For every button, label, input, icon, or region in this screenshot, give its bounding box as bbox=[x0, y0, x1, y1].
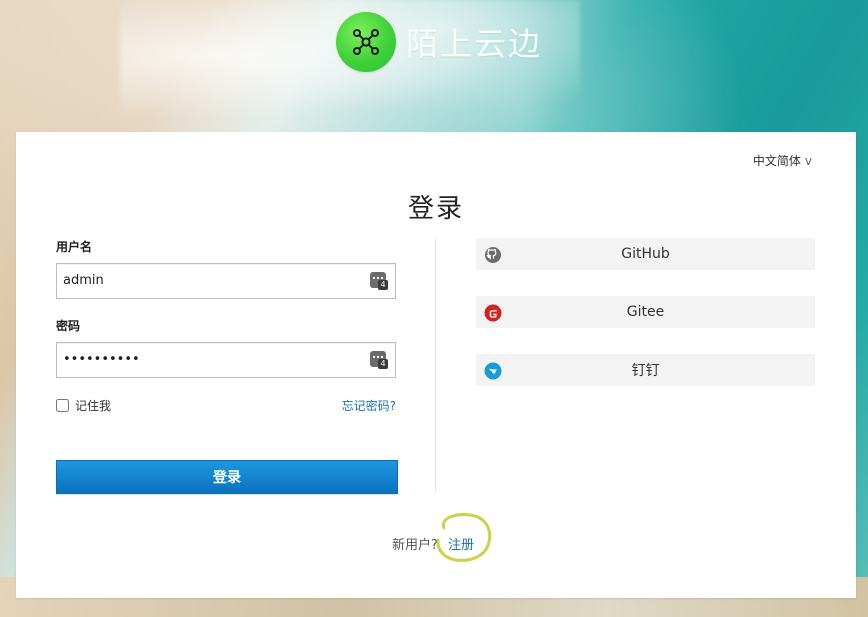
github-label: GitHub bbox=[621, 246, 670, 262]
app-logo-icon bbox=[336, 12, 396, 72]
app-title: 陌上云边 bbox=[406, 25, 543, 63]
dingtalk-icon bbox=[484, 362, 502, 380]
register-link-wrap: 注册 bbox=[436, 513, 492, 562]
gitee-login-button[interactable]: Gitee bbox=[476, 296, 815, 328]
dingtalk-label: 钉钉 bbox=[631, 363, 660, 379]
login-form: 用户名 密码 记住我 忘记密码? 登录 bbox=[56, 238, 398, 494]
password-input[interactable] bbox=[57, 343, 353, 375]
username-field bbox=[56, 263, 396, 299]
password-manager-icon[interactable] bbox=[370, 351, 388, 369]
highlight-circle-annotation bbox=[436, 513, 492, 562]
register-prompt-row: 新用户? 注册 bbox=[16, 513, 856, 562]
github-icon bbox=[484, 246, 502, 264]
login-button[interactable]: 登录 bbox=[56, 460, 398, 494]
github-login-button[interactable]: GitHub bbox=[476, 238, 815, 270]
vertical-divider bbox=[435, 238, 436, 492]
social-login: GitHub Gitee 钉钉 bbox=[476, 238, 815, 412]
remember-me-label: 记住我 bbox=[75, 398, 112, 413]
dingtalk-login-button[interactable]: 钉钉 bbox=[476, 354, 815, 386]
language-label: 中文简体 bbox=[752, 154, 801, 168]
login-card: 中文简体 v 登录 用户名 密码 记住我 忘记密码? 登录 bbox=[16, 132, 856, 598]
username-label: 用户名 bbox=[56, 240, 93, 254]
brand-header: 陌上云边 bbox=[336, 12, 542, 72]
password-field bbox=[56, 342, 396, 378]
password-label: 密码 bbox=[56, 319, 81, 333]
forgot-password-link[interactable]: 忘记密码? bbox=[342, 397, 396, 414]
remember-row: 记住我 忘记密码? bbox=[56, 396, 396, 414]
password-manager-icon[interactable] bbox=[370, 272, 388, 290]
new-user-prompt: 新用户? bbox=[391, 538, 438, 553]
gitee-label: Gitee bbox=[626, 304, 665, 320]
chevron-down-icon: v bbox=[804, 153, 812, 168]
remember-me-checkbox[interactable] bbox=[56, 398, 69, 412]
gitee-icon bbox=[484, 304, 502, 322]
language-selector[interactable]: 中文简体 v bbox=[753, 152, 812, 169]
register-link[interactable]: 注册 bbox=[448, 538, 474, 553]
page-title: 登录 bbox=[407, 194, 464, 224]
remember-me[interactable]: 记住我 bbox=[56, 397, 111, 414]
username-input[interactable] bbox=[57, 264, 353, 296]
